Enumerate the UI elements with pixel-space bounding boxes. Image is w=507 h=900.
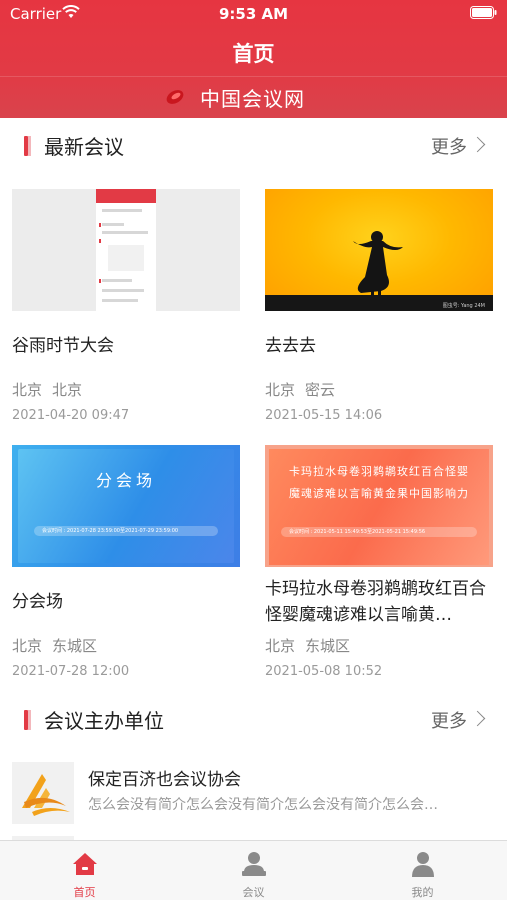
meeting-date: 2021-07-28 12:00 bbox=[12, 664, 130, 679]
meeting-city: 北京 bbox=[12, 381, 43, 399]
section-title: 会议主办单位 bbox=[44, 709, 164, 733]
phone-screenshot-image bbox=[96, 189, 156, 311]
meeting-thumbnail: 图虫号: Yang 24M bbox=[265, 189, 493, 311]
meeting-location: 北京 密云 bbox=[265, 379, 335, 400]
meeting-title: 分会场 bbox=[12, 592, 63, 612]
organizer-item[interactable]: 保定百济也会议协会 怎么会没有简介怎么会没有简介怎么会没有简介怎么会… bbox=[12, 762, 495, 824]
image-caption: 图虫号: Yang 24M bbox=[442, 303, 485, 309]
status-time: 9:53 AM bbox=[218, 5, 289, 23]
more-label: 更多 bbox=[431, 711, 467, 732]
chevron-right-icon bbox=[469, 136, 486, 153]
home-icon bbox=[73, 853, 97, 875]
meeting-title: 卡玛拉水母卷羽鹈鹕玫红百合怪婴魔魂谚难以言喻黄… bbox=[265, 579, 486, 625]
banner-title: 分会场 bbox=[95, 471, 156, 490]
meeting-location: 北京 北京 bbox=[12, 379, 82, 400]
tab-label: 我的 bbox=[411, 886, 434, 899]
banner-line: 卡玛拉水母卷羽鹈鹕玫红百合怪婴 bbox=[289, 465, 469, 478]
meeting-city: 北京 bbox=[265, 637, 296, 655]
meeting-date: 2021-04-20 09:47 bbox=[12, 408, 130, 423]
meeting-thumbnail: 分会场 会议时间 : 2021-07-28 23:59:00至2021-07-2… bbox=[12, 445, 240, 567]
meeting-date: 2021-05-08 10:52 bbox=[265, 664, 383, 679]
banner-line: 魔魂谚难以言喻黄金果中国影响力 bbox=[289, 487, 469, 500]
page-title: 首页 bbox=[232, 42, 275, 66]
meeting-thumbnail bbox=[12, 189, 240, 311]
meeting-district: 东城区 bbox=[305, 637, 351, 655]
tab-label: 会议 bbox=[242, 886, 265, 899]
app-header: Carrier 9:53 AM 首页 中国会议网 bbox=[0, 0, 507, 118]
tab-profile[interactable]: 我的 bbox=[338, 841, 507, 900]
chevron-right-icon bbox=[469, 710, 486, 727]
latest-more-button[interactable]: 更多 bbox=[431, 133, 487, 159]
meeting-title: 去去去 bbox=[265, 336, 316, 356]
meeting-district: 北京 bbox=[52, 381, 83, 399]
section-accent-bar bbox=[24, 136, 31, 156]
section-accent-bar bbox=[24, 710, 31, 730]
organizer-logo bbox=[12, 762, 74, 824]
status-bar: Carrier 9:53 AM bbox=[0, 0, 507, 28]
meeting-icon bbox=[242, 852, 266, 876]
tab-label: 首页 bbox=[73, 886, 96, 899]
meeting-district: 密云 bbox=[305, 381, 336, 399]
meeting-location: 北京 东城区 bbox=[12, 635, 97, 656]
tab-home[interactable]: 首页 bbox=[0, 841, 169, 900]
organizers-header: 会议主办单位 更多 bbox=[0, 700, 507, 740]
latest-meetings-header: 最新会议 更多 bbox=[0, 126, 507, 166]
meeting-date: 2021-05-15 14:06 bbox=[265, 408, 383, 423]
meeting-district: 东城区 bbox=[52, 637, 98, 655]
brand-bar: 中国会议网 bbox=[0, 76, 507, 118]
banner-time: 会议时间 : 2021-07-28 23:59:00至2021-07-29 23… bbox=[34, 526, 218, 536]
section-title: 最新会议 bbox=[44, 135, 124, 159]
meeting-location: 北京 东城区 bbox=[265, 635, 350, 656]
organizer-description: 怎么会没有简介怎么会没有简介怎么会没有简介怎么会… bbox=[88, 797, 438, 813]
organizer-name: 保定百济也会议协会 bbox=[88, 770, 241, 790]
meeting-thumbnail: 卡玛拉水母卷羽鹈鹕玫红百合怪婴 魔魂谚难以言喻黄金果中国影响力 会议时间 : 2… bbox=[265, 445, 493, 567]
meeting-title: 谷雨时节大会 bbox=[12, 336, 114, 356]
battery-icon bbox=[470, 6, 497, 19]
meeting-city: 北京 bbox=[265, 381, 296, 399]
profile-icon bbox=[412, 852, 434, 877]
brand-logo-icon bbox=[166, 90, 184, 104]
meeting-city: 北京 bbox=[12, 637, 43, 655]
tab-meeting[interactable]: 会议 bbox=[169, 841, 338, 900]
organizers-more-button[interactable]: 更多 bbox=[431, 707, 487, 733]
silhouette-image bbox=[353, 231, 403, 305]
organizer-logo-icon bbox=[22, 774, 70, 816]
brand-name: 中国会议网 bbox=[200, 87, 305, 111]
more-label: 更多 bbox=[431, 137, 467, 158]
tab-bar: 首页 会议 我的 bbox=[0, 840, 507, 900]
banner-time: 会议时间 : 2021-05-11 15:49:53至2021-05-21 15… bbox=[281, 527, 477, 537]
